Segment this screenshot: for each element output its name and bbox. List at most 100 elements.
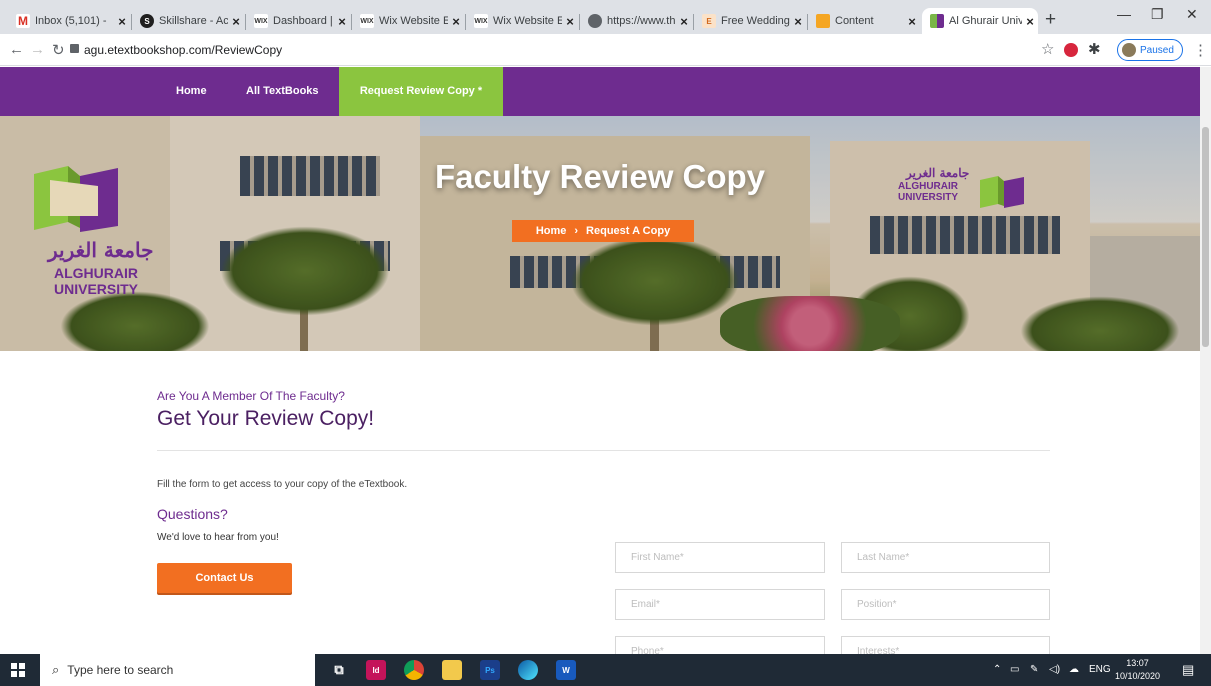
logo-english-text: ALGHURAIR [54, 265, 138, 281]
tab-title: Inbox (5,101) - [35, 15, 107, 27]
close-icon[interactable]: × [448, 14, 464, 29]
site-icon: E [702, 14, 716, 28]
taskbar-search[interactable]: ⌕ Type here to search [40, 654, 315, 686]
breadcrumb: Home › Request A Copy [512, 220, 694, 242]
tab-title: Al Ghurair Univ [949, 15, 1022, 27]
edge-icon[interactable] [518, 660, 538, 680]
nav-all-textbooks[interactable]: All TextBooks [246, 67, 319, 116]
adblock-icon[interactable] [1064, 43, 1078, 57]
hero-title: Faculty Review Copy [434, 158, 766, 195]
breadcrumb-current: Request A Copy [586, 225, 671, 237]
questions-heading: Questions? [157, 506, 228, 522]
language-indicator[interactable]: ENG [1089, 664, 1111, 675]
tab-wix-website-1[interactable]: WIX Wix Website E × [352, 8, 464, 34]
hero-banner: جامعة الغرير ALGHURAIR UNIVERSITY جامعة … [0, 116, 1200, 351]
tab-al-ghurair[interactable]: Al Ghurair Univ × [922, 8, 1038, 34]
forward-icon[interactable]: → [30, 41, 45, 58]
tab-title: Wix Website E [493, 15, 562, 27]
review-copy-section: Are You A Member Of The Faculty? Get You… [0, 351, 1200, 654]
breadcrumb-separator-icon: › [574, 225, 579, 237]
gmail-icon: M [16, 14, 30, 28]
tab-https[interactable]: https://www.th × [580, 8, 692, 34]
wix-icon: WIX [474, 14, 488, 28]
close-icon[interactable]: × [1022, 14, 1038, 29]
volume-icon[interactable]: ◁) [1049, 664, 1060, 675]
site-nav: Home All TextBooks Request Review Copy * [0, 67, 1200, 116]
back-icon[interactable]: ← [9, 41, 24, 58]
tab-wix-dashboard[interactable]: WIX Dashboard | W × [246, 8, 350, 34]
tab-title: https://www.th [607, 15, 676, 27]
contact-us-button[interactable]: Contact Us [157, 563, 292, 593]
logo-english-text: UNIVERSITY [54, 281, 139, 297]
tab-title: Free Wedding [721, 15, 790, 27]
wix-icon: WIX [254, 14, 268, 28]
breadcrumb-home[interactable]: Home [536, 225, 567, 237]
url-field[interactable]: agu.etextbookshop.com/ReviewCopy [84, 43, 282, 57]
window-close-icon[interactable]: ✕ [1186, 6, 1198, 23]
section-eyebrow: Are You A Member Of The Faculty? [157, 389, 345, 403]
profile-button[interactable]: Paused [1117, 39, 1183, 61]
tray-chevron-icon[interactable]: ⌃ [993, 664, 1001, 675]
tab-content[interactable]: Content × [808, 8, 920, 34]
content-icon [816, 14, 830, 28]
clock-time: 13:07 [1126, 658, 1149, 668]
word-icon[interactable]: W [556, 660, 576, 680]
questions-text: We'd love to hear from you! [157, 532, 279, 543]
tab-skillshare[interactable]: S Skillshare - Acc × [132, 8, 244, 34]
maximize-icon[interactable]: ❐ [1151, 6, 1164, 23]
address-bar: ← → ↻ agu.etextbookshop.com/ReviewCopy ☆… [0, 34, 1211, 66]
globe-icon [588, 14, 602, 28]
taskbar-clock[interactable]: 13:07 10/10/2020 [1115, 657, 1160, 683]
menu-icon[interactable]: ⋮ [1193, 41, 1208, 59]
close-icon[interactable]: × [904, 14, 920, 29]
windows-taskbar: ⌕ Type here to search ⧉ Id Ps W ⌃ ▭ ✎ ◁)… [0, 654, 1211, 686]
reload-icon[interactable]: ↻ [52, 41, 65, 59]
close-icon[interactable]: × [562, 14, 578, 29]
page-viewport: Home All TextBooks Request Review Copy * [0, 67, 1200, 654]
skillshare-icon: S [140, 14, 154, 28]
pen-icon[interactable]: ✎ [1030, 664, 1038, 675]
position-field[interactable] [841, 589, 1050, 620]
page-scrollbar[interactable] [1200, 67, 1211, 654]
last-name-field[interactable] [841, 542, 1050, 573]
tab-free-wedding[interactable]: E Free Wedding × [694, 8, 806, 34]
section-heading: Get Your Review Copy! [157, 407, 375, 430]
network-icon[interactable]: ▭ [1010, 664, 1019, 675]
new-tab-icon[interactable]: + [1045, 9, 1056, 31]
email-field[interactable] [615, 589, 825, 620]
tab-wix-website-2[interactable]: WIX Wix Website E × [466, 8, 578, 34]
minimize-icon[interactable]: — [1117, 6, 1131, 22]
tab-gmail[interactable]: M Inbox (5,101) - × [8, 8, 130, 34]
star-icon[interactable]: ☆ [1041, 40, 1054, 58]
nav-home[interactable]: Home [176, 67, 207, 116]
photoshop-icon[interactable]: Ps [480, 660, 500, 680]
agu-icon [930, 14, 944, 28]
notifications-icon[interactable]: ▤ [1182, 662, 1194, 678]
task-view-icon[interactable]: ⧉ [329, 660, 349, 680]
scrollbar-thumb[interactable] [1202, 127, 1209, 347]
search-placeholder: Type here to search [67, 663, 174, 677]
file-explorer-icon[interactable] [442, 660, 462, 680]
chrome-icon[interactable] [404, 660, 424, 680]
extensions-icon[interactable]: ✱ [1088, 40, 1101, 58]
close-icon[interactable]: × [676, 14, 692, 29]
section-divider [157, 450, 1050, 451]
windows-start-icon[interactable] [11, 663, 25, 677]
nav-request-review-copy[interactable]: Request Review Copy * [339, 67, 503, 116]
clock-date: 10/10/2020 [1115, 671, 1161, 681]
tab-title: Wix Website E [379, 15, 448, 27]
onedrive-icon[interactable]: ☁ [1069, 664, 1079, 675]
close-icon[interactable]: × [228, 14, 244, 29]
tab-title: Skillshare - Acc [159, 15, 228, 27]
tab-title: Content [835, 15, 874, 27]
indesign-icon[interactable]: Id [366, 660, 386, 680]
avatar [1122, 43, 1136, 57]
close-icon[interactable]: × [334, 14, 350, 29]
first-name-field[interactable] [615, 542, 825, 573]
lock-icon [70, 44, 79, 53]
interests-field[interactable] [841, 636, 1050, 654]
close-icon[interactable]: × [790, 14, 806, 29]
logo-arabic-text: جامعة الغرير [48, 238, 154, 262]
close-icon[interactable]: × [114, 14, 130, 29]
phone-field[interactable] [615, 636, 825, 654]
